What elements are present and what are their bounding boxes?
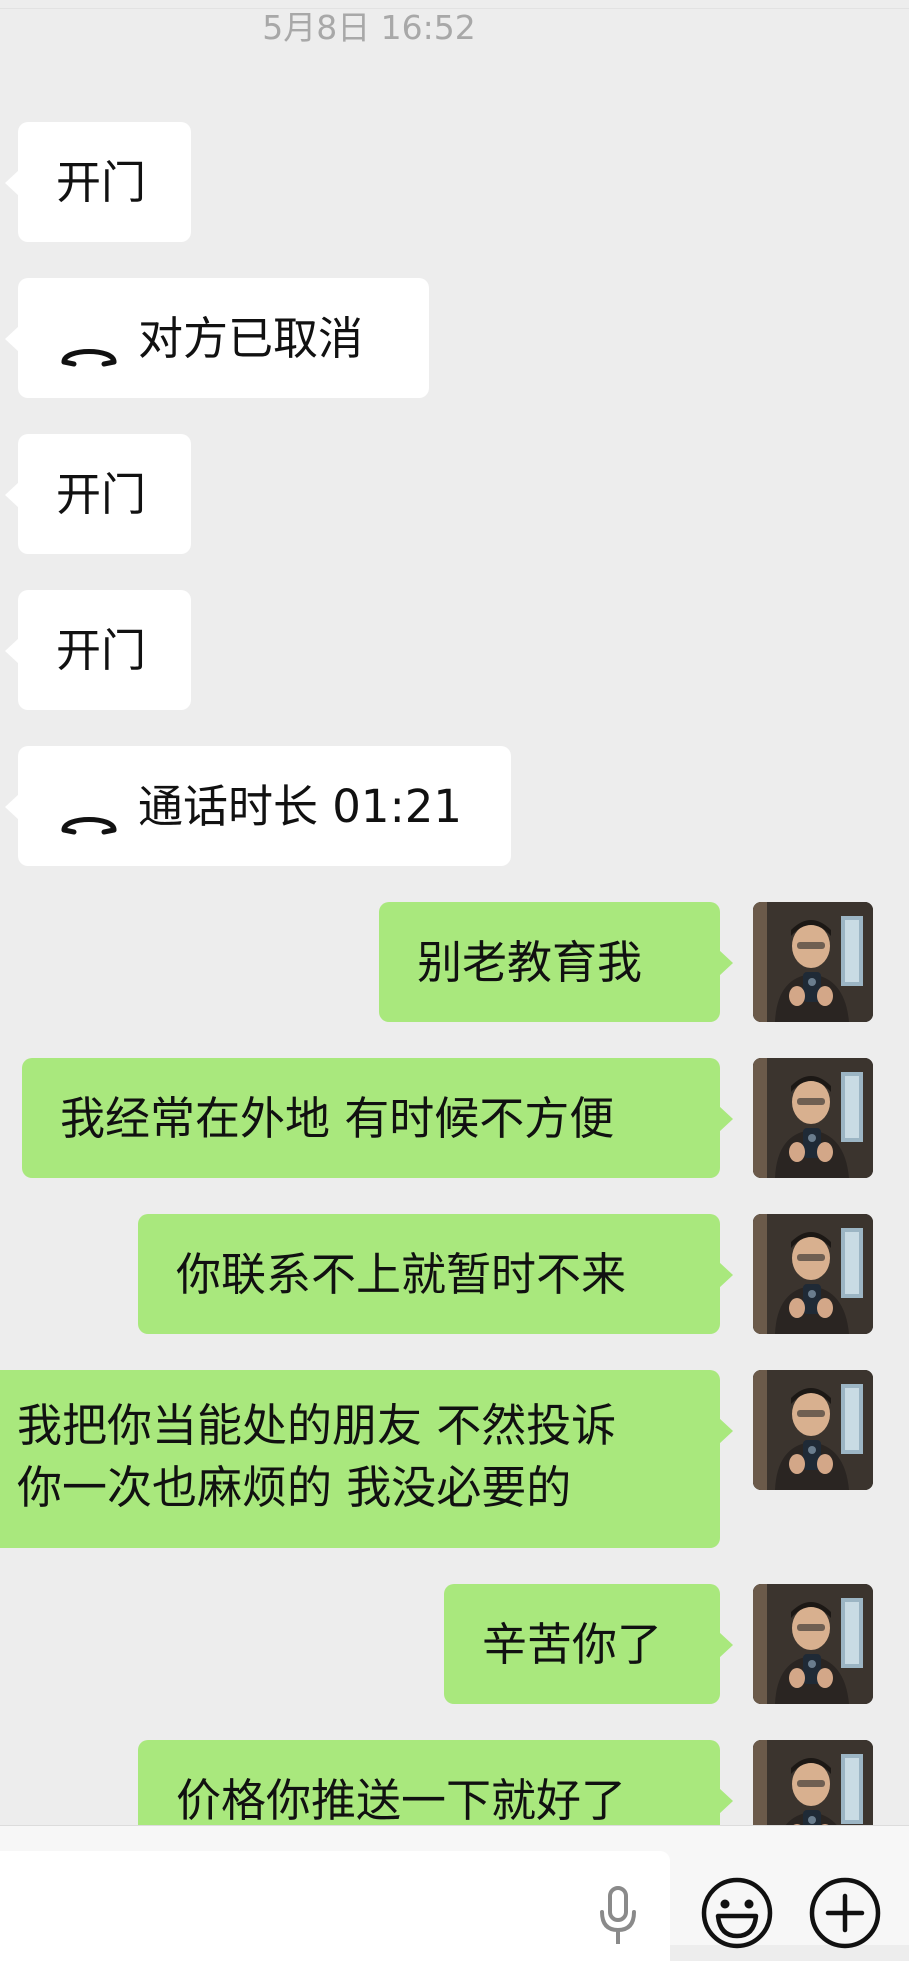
outgoing-message-bubble[interactable]: 我经常在外地 有时候不方便 (22, 1058, 733, 1178)
outgoing-message-bubble[interactable]: 我把你当能处的朋友 不然投诉 你一次也麻烦的 我没必要的 (0, 1370, 733, 1548)
emoji-smile-icon (701, 1877, 773, 1949)
message-text: 我经常在外地 有时候不方便 (60, 1092, 615, 1145)
message-text: 开门 (56, 156, 147, 209)
message-text: 你联系不上就暂时不来 (176, 1248, 627, 1301)
outgoing-message-bubble[interactable]: 别老教育我 (379, 902, 733, 1022)
emoji-button[interactable] (698, 1874, 776, 1952)
incoming-message-bubble[interactable]: 开门 (5, 590, 191, 710)
avatar[interactable] (753, 1058, 873, 1178)
message-text: 开门 (56, 468, 147, 521)
plus-circle-icon (809, 1877, 881, 1949)
outgoing-message-bubble[interactable]: 辛苦你了 (444, 1584, 733, 1704)
phone-hangup-icon (60, 323, 118, 367)
call-status-text: 对方已取消 (138, 312, 364, 365)
more-options-button[interactable] (806, 1874, 884, 1952)
avatar[interactable] (753, 1740, 873, 1825)
avatar[interactable] (753, 1214, 873, 1334)
incoming-call-bubble[interactable]: 通话时长 01:21 (5, 746, 511, 866)
message-text: 别老教育我 (417, 936, 643, 989)
message-timestamp: 5月8日 16:52 (262, 8, 476, 47)
message-text: 开门 (56, 624, 147, 677)
incoming-message-bubble[interactable]: 开门 (5, 434, 191, 554)
message-text-line: 你一次也麻烦的 我没必要的 (17, 1461, 572, 1514)
microphone-icon[interactable] (598, 1886, 638, 1946)
avatar[interactable] (753, 902, 873, 1022)
message-text: 价格你推送一下就好了 (176, 1774, 627, 1825)
outgoing-message-bubble[interactable]: 价格你推送一下就好了 (138, 1740, 733, 1825)
message-text: 辛苦你了 (482, 1618, 663, 1671)
chat-area[interactable]: 5月8日 16:52 开门 对方已取消 开门 开门 通话时长 01:21 别老教… (0, 0, 909, 1825)
avatar[interactable] (753, 1370, 873, 1490)
message-text-line: 我把你当能处的朋友 不然投诉 (17, 1399, 617, 1452)
incoming-call-bubble[interactable]: 对方已取消 (5, 278, 429, 398)
outgoing-message-bubble[interactable]: 你联系不上就暂时不来 (138, 1214, 733, 1334)
incoming-message-bubble[interactable]: 开门 (5, 122, 191, 242)
call-duration-text: 通话时长 01:21 (138, 780, 462, 833)
avatar[interactable] (753, 1584, 873, 1704)
phone-hangup-icon (60, 791, 118, 835)
input-bar (0, 1825, 909, 1961)
